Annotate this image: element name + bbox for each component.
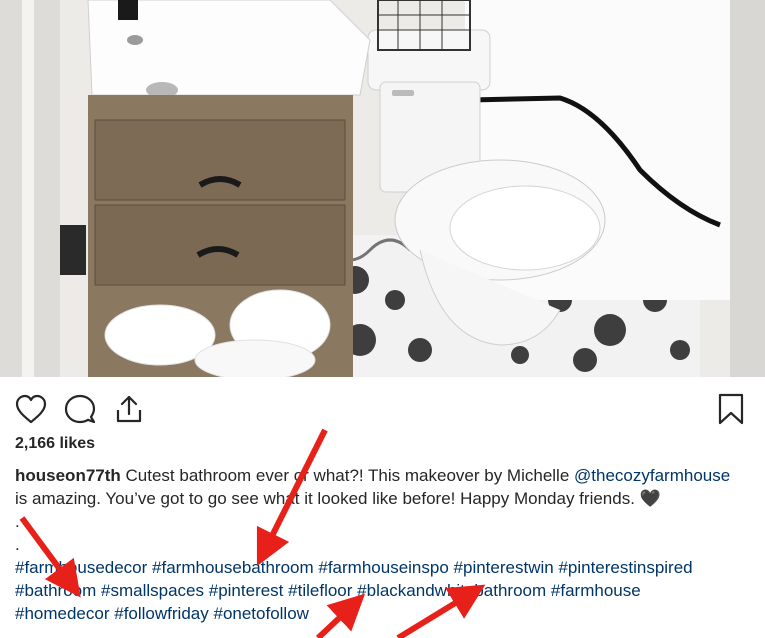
hashtags-line-1: #farmhousedecor #farmhousebathroom #farm… <box>15 556 755 579</box>
hashtag-link[interactable]: #farmhousedecor <box>15 558 147 577</box>
speech-bubble-icon <box>64 394 96 424</box>
hashtag-link[interactable]: #homedecor <box>15 604 110 623</box>
mention-link[interactable]: @thecozyfarmhouse <box>574 466 730 485</box>
hashtag-link[interactable]: #blackandwhitebathroom <box>357 581 546 600</box>
hashtag-link[interactable]: #followfriday <box>114 604 209 623</box>
likes-count[interactable]: 2,166 likes <box>15 435 95 453</box>
caption-dot-2: . <box>15 535 20 554</box>
post-photo[interactable] <box>0 0 765 377</box>
hashtag-link[interactable]: #pinterestinspired <box>558 558 692 577</box>
hashtag-link[interactable]: #farmhouseinspo <box>318 558 448 577</box>
save-button[interactable] <box>714 392 748 426</box>
share-button[interactable] <box>112 392 146 426</box>
black-heart-emoji: 🖤 <box>639 489 661 508</box>
post-caption: houseon77th Cutest bathroom ever or what… <box>15 464 755 625</box>
share-upload-icon <box>116 395 142 423</box>
caption-dot-1: . <box>15 512 20 531</box>
hashtag-link[interactable]: #farmhouse <box>551 581 641 600</box>
hashtag-link[interactable]: #pinterestwin <box>454 558 554 577</box>
author-username[interactable]: houseon77th <box>15 466 121 485</box>
hashtag-link[interactable]: #onetofollow <box>213 604 308 623</box>
caption-line-1: houseon77th Cutest bathroom ever or what… <box>15 464 755 487</box>
heart-outline-icon <box>15 394 47 424</box>
like-button[interactable] <box>14 392 48 426</box>
caption-line-2: is amazing. You’ve got to go see what it… <box>15 487 755 510</box>
comment-button[interactable] <box>63 392 97 426</box>
hashtag-link[interactable]: #smallspaces <box>101 581 204 600</box>
hashtag-link[interactable]: #bathroom <box>15 581 96 600</box>
bathroom-photo-illustration <box>0 0 765 377</box>
caption-text-1: Cutest bathroom ever or what?! This make… <box>120 466 575 485</box>
hashtag-link[interactable]: #pinterest <box>209 581 284 600</box>
bookmark-icon <box>718 393 744 425</box>
hashtags-line-2: #bathroom #smallspaces #pinterest #tilef… <box>15 579 755 602</box>
post-action-bar <box>0 384 765 434</box>
hashtag-link[interactable]: #tilefloor <box>288 581 352 600</box>
caption-text-2: is amazing. You’ve got to go see what it… <box>15 489 640 508</box>
hashtags-line-3: #homedecor #followfriday #onetofollow <box>15 602 755 625</box>
hashtag-link[interactable]: #farmhousebathroom <box>152 558 314 577</box>
